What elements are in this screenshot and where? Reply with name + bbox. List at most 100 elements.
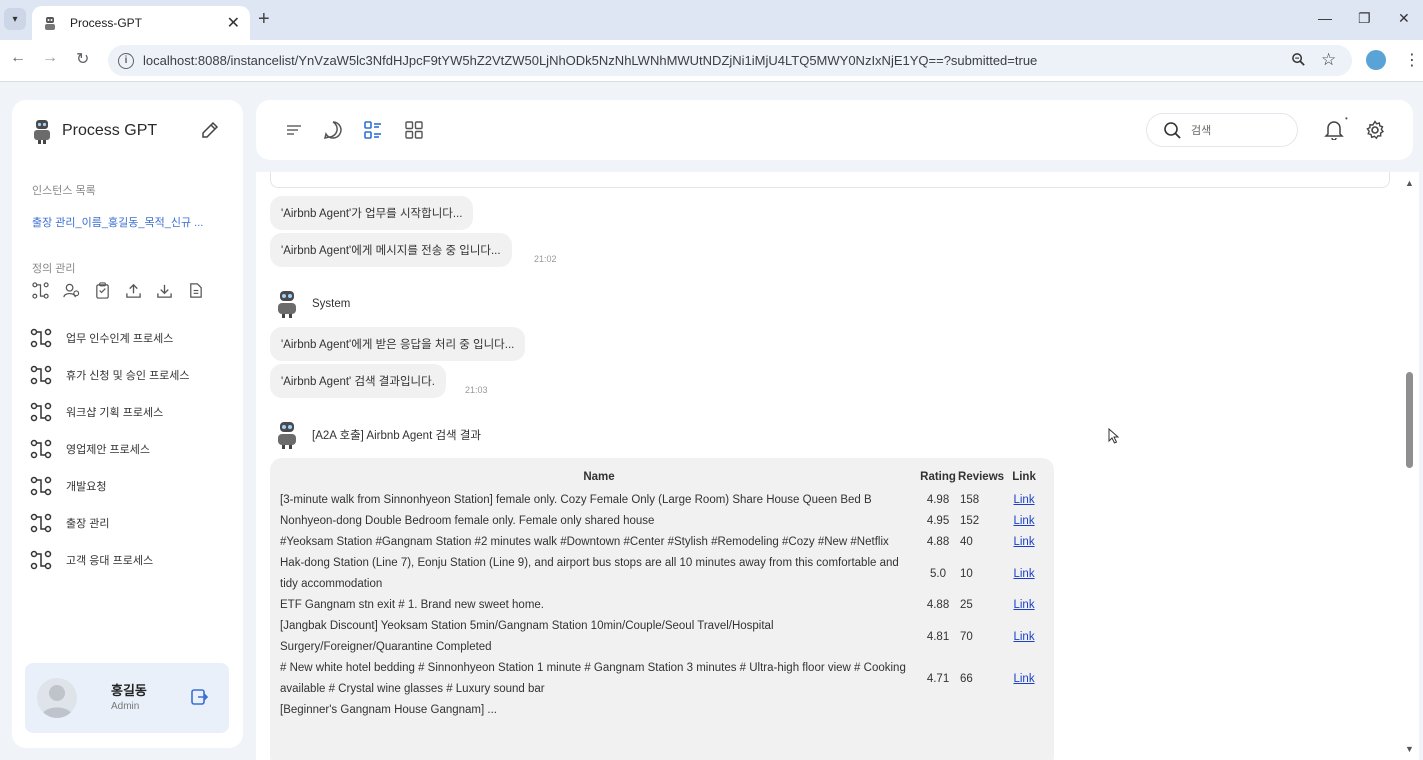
back-icon[interactable]: ← <box>10 49 26 67</box>
scroll-thumb[interactable] <box>1406 372 1413 468</box>
close-window-icon[interactable]: ✕ <box>1398 10 1410 27</box>
process-label: 휴가 신청 및 승인 프로세스 <box>66 369 190 382</box>
app-root: Process GPT 인스턴스 목록 출장 관리_이름_홍길동_목적_신규 .… <box>0 82 1423 760</box>
profile-icon[interactable] <box>1366 50 1386 70</box>
cell-name: [3-minute walk from Sinnonhyeon Station]… <box>280 494 872 506</box>
gear-icon[interactable] <box>1365 120 1385 140</box>
chat-panel: 'Airbnb Agent'가 업무를 시작합니다... 'Airbnb Age… <box>256 172 1401 760</box>
sender-name: [A2A 호출] Airbnb Agent 검색 결과 <box>312 430 481 442</box>
cell-rating: 5.0 <box>930 567 947 580</box>
sender-header: [A2A 호출] Airbnb Agent 검색 결과 <box>274 420 481 450</box>
process-item-customer-service[interactable]: 고객 응대 프로세스 <box>30 541 230 578</box>
table-row: # New white hotel bedding # Sinnonhyeon … <box>280 658 1044 700</box>
cell-reviews: 10 <box>960 567 973 580</box>
kebab-icon[interactable]: ⋮ <box>1404 50 1420 70</box>
column-header-link: Link <box>1012 471 1036 483</box>
cell-reviews: 66 <box>960 672 973 685</box>
message-bubble: 'Airbnb Agent' 검색 결과입니다. <box>270 364 446 398</box>
menu-icon[interactable] <box>284 120 304 140</box>
bell-icon[interactable] <box>1324 118 1344 140</box>
cell-reviews: 158 <box>960 494 980 506</box>
cell-name: [Beginner's Gangnam House Gangnam] ... <box>280 704 497 716</box>
cell-rating: 4.81 <box>926 630 950 643</box>
table-row: [Jangbak Discount] Yeoksam Station 5min/… <box>280 616 1044 658</box>
info-icon[interactable]: i <box>118 52 134 69</box>
column-header-reviews: Reviews <box>958 471 1005 483</box>
cell-link[interactable]: Link <box>1013 515 1034 527</box>
cell-link[interactable]: Link <box>1013 536 1034 548</box>
process-item-workshop[interactable]: 워크샵 기획 프로세스 <box>30 393 230 430</box>
avatar[interactable] <box>37 678 77 718</box>
sender-name: System <box>312 298 351 310</box>
upload-icon[interactable] <box>125 282 142 299</box>
top-bar: 검색 • <box>256 100 1413 160</box>
process-flow-icon <box>30 365 52 384</box>
cell-rating: 4.88 <box>926 599 950 611</box>
brand-name: Process GPT <box>62 122 158 139</box>
search-placeholder: 검색 <box>1191 125 1212 137</box>
avatar-person-icon <box>41 685 73 718</box>
star-icon[interactable]: ☆ <box>1321 50 1336 70</box>
tab-search-icon[interactable]: ▾ <box>4 8 26 30</box>
document-icon[interactable] <box>187 282 204 299</box>
table-row: #Yeoksam Station #Gangnam Station #2 min… <box>280 532 1044 553</box>
previous-message-card <box>270 172 1390 188</box>
cell-name: [Jangbak Discount] Yeoksam Station 5min/… <box>280 620 774 653</box>
form-checklist-icon[interactable] <box>94 282 111 299</box>
cell-link[interactable]: Link <box>1013 568 1034 580</box>
cell-reviews: 25 <box>960 599 973 611</box>
table-row: ETF Gangnam stn exit # 1. Brand new swee… <box>280 595 1044 616</box>
process-item-handover[interactable]: 업무 인수인계 프로세스 <box>30 319 230 356</box>
table-row: [Beginner's Gangnam House Gangnam] ... <box>280 700 1044 721</box>
plus-icon[interactable]: + <box>258 8 270 30</box>
scroll-up-icon[interactable]: ▲ <box>1405 178 1414 188</box>
cell-reviews <box>958 700 1004 721</box>
edit-icon[interactable] <box>200 120 220 140</box>
message-bubble: 'Airbnb Agent'가 업무를 시작합니다... <box>270 196 474 230</box>
organization-icon[interactable] <box>63 282 80 299</box>
restore-icon[interactable]: ❐ <box>1358 10 1371 27</box>
download-icon[interactable] <box>156 282 173 299</box>
process-list: 업무 인수인계 프로세스 휴가 신청 및 승인 프로세스 워크샵 기획 프로세스… <box>30 319 230 578</box>
chat-icon[interactable] <box>323 120 343 140</box>
process-label: 워크샵 기획 프로세스 <box>66 406 164 419</box>
cell-link[interactable]: Link <box>1013 673 1034 685</box>
process-item-sales-proposal[interactable]: 영업제안 프로세스 <box>30 430 230 467</box>
instance-link[interactable]: 출장 관리_이름_홍길동_목적_신규 ... <box>32 214 227 230</box>
message-bubble: 'Airbnb Agent'에게 받은 응답을 처리 중 입니다... <box>270 327 526 361</box>
scroll-down-icon[interactable]: ▼ <box>1405 744 1414 754</box>
cell-name: Hak-dong Station (Line 7), Eonju Station… <box>280 557 899 590</box>
cell-link[interactable]: Link <box>1013 631 1034 643</box>
notification-dot: • <box>1345 114 1348 123</box>
column-header-name: Name <box>583 471 615 483</box>
grid-icon[interactable] <box>404 120 424 140</box>
process-flow-icon <box>30 328 52 347</box>
logout-icon[interactable] <box>190 688 208 706</box>
process-item-business-trip[interactable]: 출장 관리 <box>30 504 230 541</box>
process-item-vacation[interactable]: 휴가 신청 및 승인 프로세스 <box>30 356 230 393</box>
process-flow-icon <box>30 476 52 495</box>
process-map-icon[interactable] <box>32 282 49 299</box>
user-role: Admin <box>111 701 140 712</box>
reload-icon[interactable]: ↻ <box>76 49 89 69</box>
search-input[interactable]: 검색 <box>1146 113 1298 147</box>
process-item-dev-request[interactable]: 개발요청 <box>30 467 230 504</box>
scrollbar[interactable]: ▲ ▼ <box>1401 172 1419 760</box>
zoom-icon[interactable] <box>1291 52 1306 70</box>
table-row: Nonhyeon-dong Double Bedroom female only… <box>280 511 1044 532</box>
minimize-icon[interactable]: — <box>1318 10 1332 26</box>
cell-link[interactable]: Link <box>1013 494 1034 506</box>
close-icon[interactable]: ✕ <box>227 13 240 33</box>
process-label: 개발요청 <box>66 480 107 493</box>
cell-link[interactable]: Link <box>1013 599 1034 611</box>
cell-name: Nonhyeon-dong Double Bedroom female only… <box>280 515 655 527</box>
definition-toolbar <box>32 282 204 299</box>
task-list-icon[interactable] <box>363 120 383 140</box>
url-field[interactable]: i localhost:8088/instancelist/YnVzaW5lc3… <box>108 45 1352 76</box>
browser-tab[interactable]: Process-GPT ✕ <box>32 6 250 40</box>
message-time: 21:03 <box>465 385 488 395</box>
cell-rating: 4.88 <box>926 536 950 548</box>
brand[interactable]: Process GPT <box>30 118 157 144</box>
process-label: 영업제안 프로세스 <box>66 443 151 456</box>
forward-icon[interactable]: → <box>42 49 58 67</box>
